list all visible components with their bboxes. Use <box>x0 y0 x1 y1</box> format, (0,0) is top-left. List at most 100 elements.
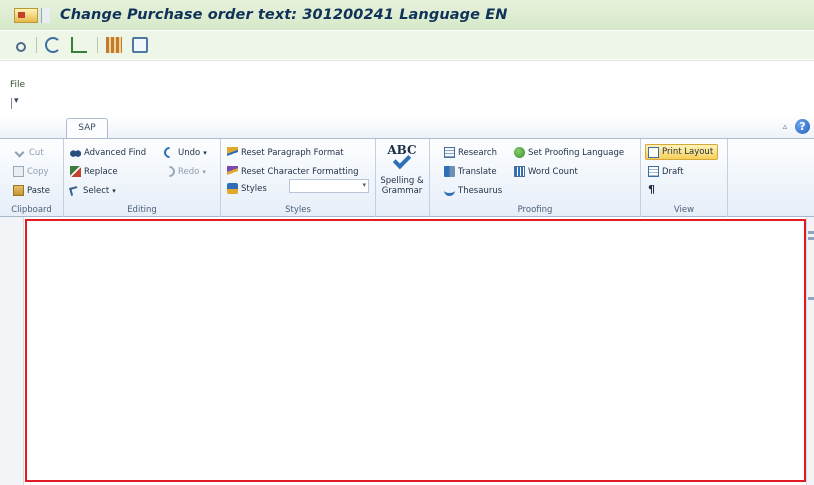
group-label-proofing: Proofing <box>517 205 553 215</box>
scroll-marker <box>808 231 814 234</box>
group-editing: Advanced Find Replace Select ▾ Undo ▾ Re… <box>64 139 221 217</box>
tab-sap[interactable]: SAP <box>66 118 108 139</box>
character-format-icon <box>227 166 238 177</box>
file-menu[interactable]: File <box>10 80 25 90</box>
toolbar-divider <box>97 37 98 53</box>
file-menu-bar: File <box>0 60 814 92</box>
thesaurus-button[interactable]: Thesaurus <box>444 183 502 198</box>
tree-structure-icon[interactable] <box>71 37 87 53</box>
print-layout-button[interactable]: Print Layout <box>645 144 719 160</box>
chevron-down-icon: ▾ <box>112 186 116 195</box>
replace-icon <box>70 166 81 177</box>
copy-button[interactable]: Copy <box>13 164 49 179</box>
word-count-label: Word Count <box>528 166 578 177</box>
copy-label: Copy <box>27 166 49 177</box>
paragraph-format-icon <box>227 147 238 158</box>
scroll-marker <box>808 297 814 300</box>
window-title: Change Purchase order text: 301200241 La… <box>60 7 508 23</box>
select-label: Select <box>83 185 110 196</box>
paste-button[interactable]: Paste <box>13 183 50 198</box>
spelling-grammar-label: Spelling & Grammar <box>380 176 424 196</box>
refresh-icon[interactable] <box>45 37 61 53</box>
undo-icon <box>161 144 178 161</box>
set-proofing-language-label: Set Proofing Language <box>528 147 625 158</box>
ribbon: Cut Copy Paste Clipboard Advanced Find R… <box>0 138 814 217</box>
print-layout-icon <box>648 146 659 158</box>
help-icon[interactable]: ? <box>795 119 810 134</box>
quick-access-toolbar: ▾ <box>0 92 814 116</box>
print-layout-label: Print Layout <box>662 147 714 157</box>
scissors-icon <box>14 147 25 158</box>
research-icon <box>444 147 455 158</box>
replace-label: Replace <box>84 166 118 177</box>
research-button[interactable]: Research <box>444 145 497 160</box>
draft-button[interactable]: Draft <box>648 164 683 179</box>
draft-icon <box>648 166 659 177</box>
scroll-marker <box>808 237 814 240</box>
group-styles: Reset Paragraph Format Reset Character F… <box>221 139 376 217</box>
reset-paragraph-format-button[interactable]: Reset Paragraph Format <box>227 145 344 160</box>
chevron-down-icon: ▾ <box>362 181 366 189</box>
research-label: Research <box>458 147 497 158</box>
document-icon[interactable] <box>132 37 148 53</box>
copy-icon <box>13 166 24 177</box>
redo-button[interactable]: Redo ▾ <box>161 163 206 180</box>
advanced-find-label: Advanced Find <box>84 147 147 158</box>
advanced-find-button[interactable]: Advanced Find <box>70 145 146 160</box>
group-label-clipboard: Clipboard <box>11 205 52 215</box>
undo-label: Undo <box>178 147 201 158</box>
window-menu-dropdown[interactable] <box>41 7 50 23</box>
cut-button[interactable]: Cut <box>14 145 44 160</box>
application-toolbar <box>0 31 814 59</box>
select-button[interactable]: Select ▾ <box>69 183 116 198</box>
chevron-down-icon: ▾ <box>203 148 207 157</box>
minimize-ribbon-icon[interactable]: ▵ <box>780 122 790 132</box>
group-spelling: ABC Spelling & Grammar <box>376 139 430 217</box>
set-proofing-language-button[interactable]: Set Proofing Language <box>514 145 624 160</box>
group-view: Print Layout Draft ¶ View <box>641 139 728 217</box>
toolbar-divider <box>36 37 37 53</box>
sap-window-icon[interactable] <box>14 7 38 23</box>
group-label-styles: Styles <box>285 205 311 215</box>
globe-check-icon <box>514 147 525 158</box>
window-title-bar: Change Purchase order text: 301200241 La… <box>0 0 814 30</box>
group-label-editing: Editing <box>127 205 157 215</box>
word-count-button[interactable]: Word Count <box>514 164 578 179</box>
grid-icon[interactable] <box>106 37 122 53</box>
qat-separator <box>11 98 12 109</box>
ribbon-tab-strip: SAP ▵ ? <box>0 116 814 139</box>
show-formatting-marks-button[interactable]: ¶ <box>648 183 655 196</box>
customize-qat-icon[interactable]: ▾ <box>14 96 19 106</box>
document-editor[interactable] <box>25 219 806 482</box>
reset-character-label: Reset Character Formatting <box>241 166 359 177</box>
group-proofing: Research Set Proofing Language Translate… <box>430 139 641 217</box>
vertical-ruler <box>0 217 24 485</box>
translate-label: Translate <box>458 166 497 177</box>
spelling-grammar-button[interactable]: ABC <box>376 143 428 170</box>
vertical-scrollbar[interactable] <box>806 217 814 485</box>
styles-button[interactable]: Styles <box>227 181 267 196</box>
group-label-view: View <box>673 205 695 215</box>
replace-button[interactable]: Replace <box>70 164 118 179</box>
document-area <box>0 217 814 485</box>
undo-button[interactable]: Undo ▾ <box>161 144 207 161</box>
group-clipboard: Cut Copy Paste Clipboard <box>0 139 64 217</box>
cut-label: Cut <box>29 147 44 158</box>
redo-label: Redo <box>178 166 200 177</box>
cursor-icon <box>69 185 79 196</box>
thesaurus-icon <box>444 185 455 196</box>
styles-label: Styles <box>241 183 267 194</box>
display-icon[interactable] <box>16 42 26 52</box>
word-count-icon <box>514 166 525 177</box>
chevron-down-icon: ▾ <box>202 167 206 176</box>
draft-label: Draft <box>662 166 684 177</box>
styles-icon <box>227 183 238 194</box>
reset-paragraph-label: Reset Paragraph Format <box>241 147 344 158</box>
thesaurus-label: Thesaurus <box>458 185 503 196</box>
reset-character-formatting-button[interactable]: Reset Character Formatting <box>227 164 359 179</box>
binoculars-icon <box>70 147 81 158</box>
translate-icon <box>444 166 455 177</box>
paste-icon <box>13 185 24 196</box>
translate-button[interactable]: Translate <box>444 164 497 179</box>
styles-dropdown[interactable]: ▾ <box>289 179 369 193</box>
